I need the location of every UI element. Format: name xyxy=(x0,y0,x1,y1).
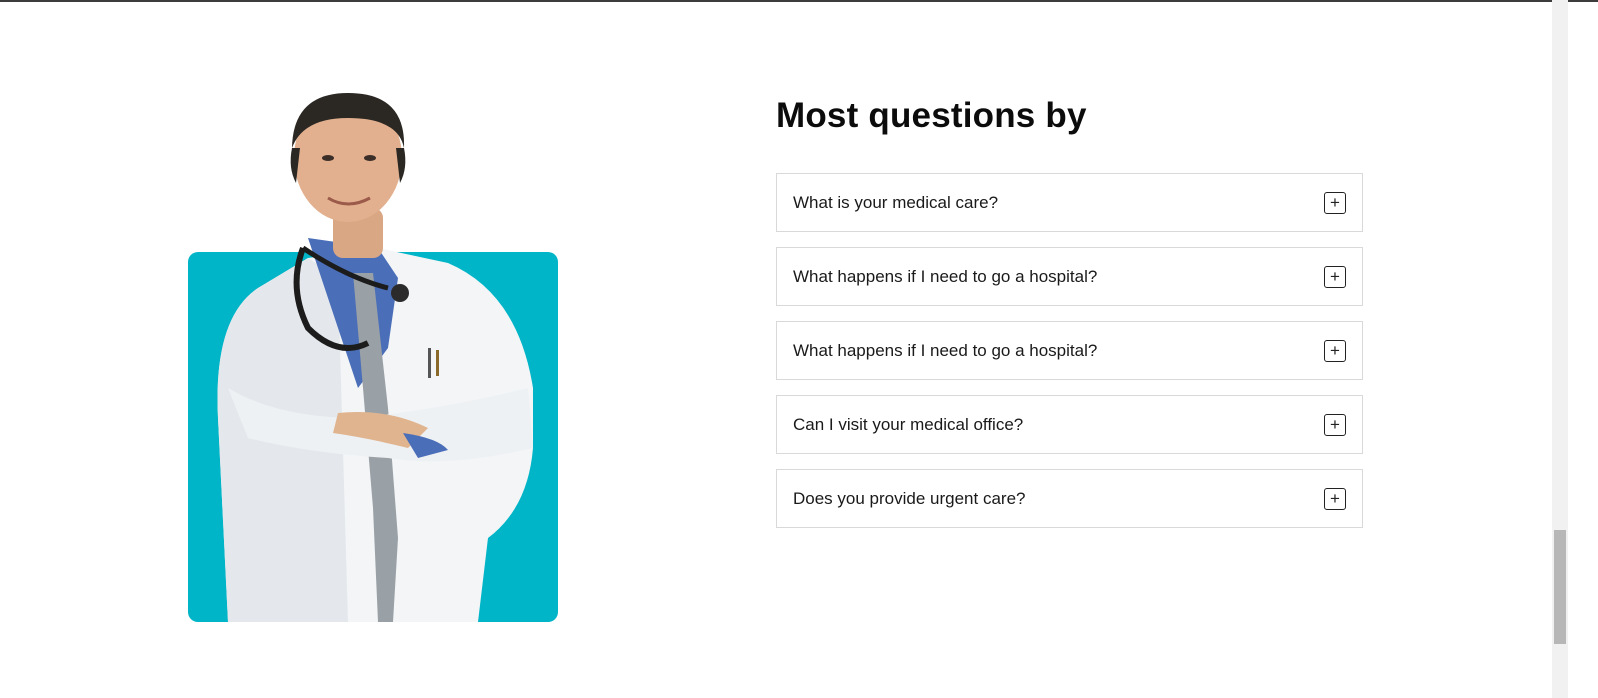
faq-accordion: What is your medical care? + What happen… xyxy=(776,173,1363,543)
doctor-image xyxy=(188,88,558,622)
faq-question: What happens if I need to go a hospital? xyxy=(793,266,1098,286)
faq-question: What happens if I need to go a hospital? xyxy=(793,340,1098,360)
faq-item[interactable]: Can I visit your medical office? + xyxy=(776,395,1363,454)
vertical-scrollbar[interactable] xyxy=(1552,0,1568,698)
doctor-illustration xyxy=(217,93,533,622)
scrollbar-thumb[interactable] xyxy=(1554,530,1566,644)
plus-icon[interactable]: + xyxy=(1324,191,1346,214)
faq-question: Can I visit your medical office? xyxy=(793,414,1024,434)
plus-icon[interactable]: + xyxy=(1324,413,1346,436)
plus-icon[interactable]: + xyxy=(1324,339,1346,362)
faq-item[interactable]: What is your medical care? + xyxy=(776,173,1363,232)
plus-icon[interactable]: + xyxy=(1324,487,1346,510)
faq-item[interactable]: What happens if I need to go a hospital?… xyxy=(776,247,1363,306)
top-border xyxy=(0,0,1598,2)
faq-title: Most questions by xyxy=(776,96,1087,135)
faq-question: Does you provide urgent care? xyxy=(793,488,1026,508)
faq-item[interactable]: Does you provide urgent care? + xyxy=(776,469,1363,528)
faq-question: What is your medical care? xyxy=(793,192,999,212)
faq-item[interactable]: What happens if I need to go a hospital?… xyxy=(776,321,1363,380)
plus-icon[interactable]: + xyxy=(1324,265,1346,288)
